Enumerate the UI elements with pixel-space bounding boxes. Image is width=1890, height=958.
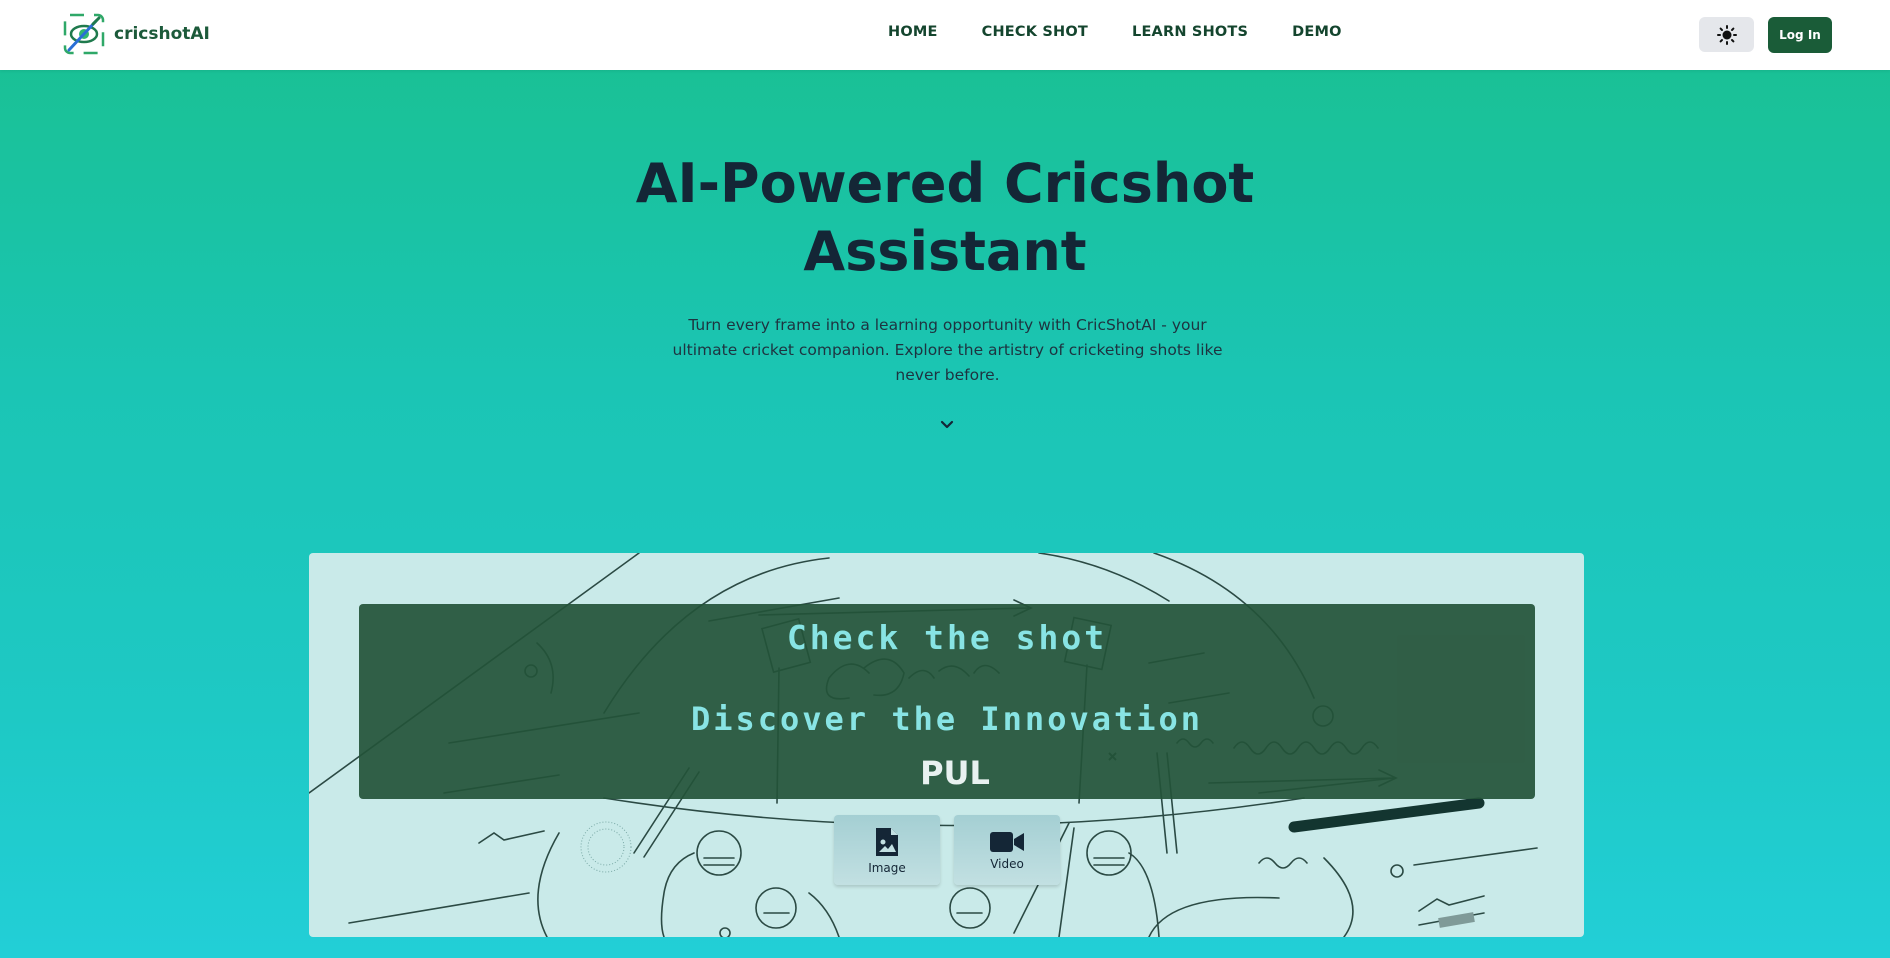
top-navbar: cricshotAI HOME CHECK SHOT LEARN SHOTS D… (0, 0, 1890, 70)
login-button[interactable]: Log In (1768, 17, 1832, 53)
brand-name: cricshotAI (114, 24, 210, 44)
banner-typing-text: PUL (920, 754, 990, 792)
chevron-down-icon[interactable] (938, 416, 956, 434)
cricket-bat-eye-logo-icon (63, 13, 105, 55)
check-shot-banner: Check the shot Discover the Innovation P… (359, 604, 1535, 799)
video-button-label: Video (990, 856, 1024, 871)
sun-icon (1716, 24, 1737, 45)
nav-demo[interactable]: DEMO (1292, 24, 1342, 40)
theme-toggle-button[interactable] (1699, 17, 1754, 52)
image-upload-button[interactable]: Image (834, 815, 940, 885)
hero-title: AI-Powered Cricshot Assistant (635, 152, 1255, 283)
hero-subtitle: Turn every frame into a learning opportu… (672, 316, 1223, 384)
brand[interactable]: cricshotAI (63, 13, 210, 55)
nav-learn-shots[interactable]: LEARN SHOTS (1132, 24, 1248, 40)
nav-check-shot[interactable]: CHECK SHOT (982, 24, 1088, 40)
banner-tagline: Discover the Innovation (690, 700, 1204, 738)
video-camera-icon (990, 831, 1024, 852)
banner-heading: Check the shot (786, 618, 1108, 657)
image-button-label: Image (868, 860, 906, 875)
nav-home[interactable]: HOME (888, 24, 938, 40)
video-upload-button[interactable]: Video (954, 815, 1060, 885)
check-shot-card: Check the shot Discover the Innovation P… (309, 553, 1584, 937)
image-file-icon (876, 827, 898, 856)
main-nav: HOME CHECK SHOT LEARN SHOTS DEMO (888, 24, 1386, 40)
